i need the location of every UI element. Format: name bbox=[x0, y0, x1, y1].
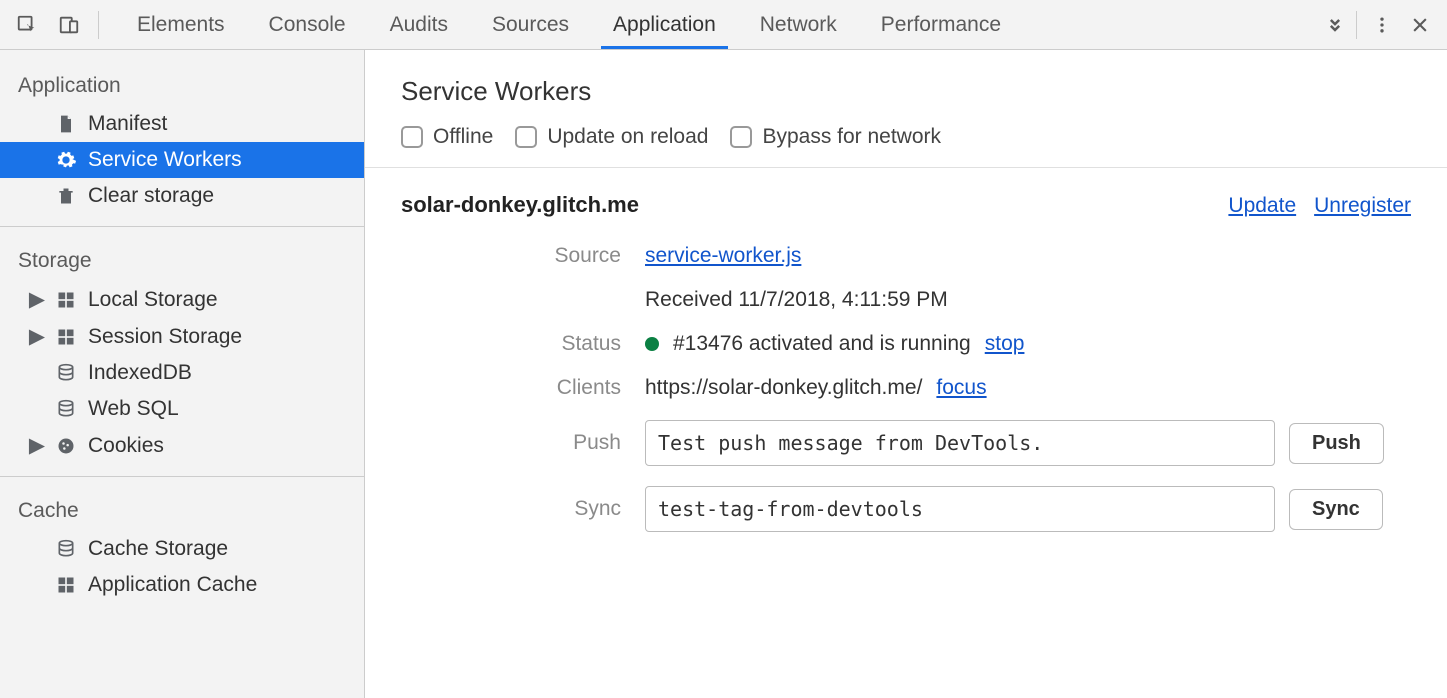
tab-elements[interactable]: Elements bbox=[115, 0, 247, 49]
push-input[interactable] bbox=[645, 420, 1275, 466]
status-text: #13476 activated and is running bbox=[673, 332, 971, 356]
option-bypass-for-network[interactable]: Bypass for network bbox=[730, 125, 941, 149]
tab-network[interactable]: Network bbox=[738, 0, 859, 49]
sidebar-item-local-storage[interactable]: ▶ Local Storage bbox=[0, 281, 364, 318]
db-icon bbox=[54, 397, 78, 421]
focus-link[interactable]: focus bbox=[936, 376, 986, 400]
option-update-on-reload[interactable]: Update on reload bbox=[515, 125, 708, 149]
sidebar-item-manifest[interactable]: Manifest bbox=[0, 106, 364, 142]
source-value: service-worker.js bbox=[645, 244, 1411, 268]
divider bbox=[98, 11, 99, 39]
source-label: Source bbox=[401, 244, 621, 268]
status-label: Status bbox=[401, 332, 621, 356]
sidebar-divider bbox=[0, 476, 364, 477]
sidebar-item-label: Cache Storage bbox=[88, 537, 228, 561]
grid-icon bbox=[54, 325, 78, 349]
origin-host: solar-donkey.glitch.me bbox=[401, 192, 639, 218]
grid-icon bbox=[54, 573, 78, 597]
panel-title: Service Workers bbox=[401, 76, 1411, 107]
update-link[interactable]: Update bbox=[1228, 194, 1296, 218]
devtools-toolbar: ElementsConsoleAuditsSourcesApplicationN… bbox=[0, 0, 1447, 50]
tab-sources[interactable]: Sources bbox=[470, 0, 591, 49]
tabs-container: ElementsConsoleAuditsSourcesApplicationN… bbox=[115, 0, 1318, 49]
sidebar-item-label: Clear storage bbox=[88, 184, 214, 208]
sidebar-item-application-cache[interactable]: Application Cache bbox=[0, 567, 364, 603]
sidebar-item-cache-storage[interactable]: Cache Storage bbox=[0, 531, 364, 567]
tab-performance[interactable]: Performance bbox=[859, 0, 1023, 49]
checkbox-icon[interactable] bbox=[401, 126, 423, 148]
device-toggle-icon[interactable] bbox=[52, 8, 86, 42]
application-sidebar: Application Manifest Service Workers Clear … bbox=[0, 50, 365, 698]
client-url: https://solar-donkey.glitch.me/ bbox=[645, 376, 922, 400]
sidebar-item-label: Local Storage bbox=[88, 288, 218, 312]
source-link[interactable]: service-worker.js bbox=[645, 244, 801, 268]
tab-console[interactable]: Console bbox=[247, 0, 368, 49]
separator bbox=[365, 167, 1447, 168]
sidebar-item-web-sql[interactable]: Web SQL bbox=[0, 391, 364, 427]
divider bbox=[1356, 11, 1357, 39]
tree-arrow-icon[interactable]: ▶ bbox=[30, 287, 44, 312]
received-value: Received 11/7/2018, 4:11:59 PM bbox=[645, 288, 1411, 312]
option-label: Bypass for network bbox=[762, 125, 941, 149]
push-button[interactable]: Push bbox=[1289, 423, 1384, 464]
origin-row: solar-donkey.glitch.me Update Unregister bbox=[401, 192, 1411, 218]
checkbox-icon[interactable] bbox=[515, 126, 537, 148]
sidebar-item-clear-storage[interactable]: Clear storage bbox=[0, 178, 364, 214]
sidebar-item-label: Cookies bbox=[88, 434, 164, 458]
checkbox-icon[interactable] bbox=[730, 126, 752, 148]
option-label: Update on reload bbox=[547, 125, 708, 149]
options-row: Offline Update on reload Bypass for networ… bbox=[401, 125, 1411, 149]
unregister-link[interactable]: Unregister bbox=[1314, 194, 1411, 218]
inspect-icon[interactable] bbox=[10, 8, 44, 42]
sidebar-item-label: Web SQL bbox=[88, 397, 179, 421]
cookie-icon bbox=[54, 434, 78, 458]
sidebar-item-label: IndexedDB bbox=[88, 361, 192, 385]
db-icon bbox=[54, 361, 78, 385]
sidebar-heading: Application bbox=[0, 64, 364, 106]
sidebar-divider bbox=[0, 226, 364, 227]
kebab-menu-icon[interactable] bbox=[1365, 8, 1399, 42]
sync-label: Sync bbox=[401, 497, 621, 521]
status-dot-icon bbox=[645, 337, 659, 351]
push-row: Push bbox=[645, 420, 1411, 466]
toolbar-left bbox=[10, 8, 115, 42]
push-label: Push bbox=[401, 431, 621, 455]
status-value: #13476 activated and is running stop bbox=[645, 332, 1411, 356]
tab-audits[interactable]: Audits bbox=[368, 0, 470, 49]
stop-link[interactable]: stop bbox=[985, 332, 1025, 356]
sync-input[interactable] bbox=[645, 486, 1275, 532]
sidebar-item-label: Application Cache bbox=[88, 573, 257, 597]
trash-icon bbox=[54, 184, 78, 208]
tree-arrow-icon[interactable]: ▶ bbox=[30, 324, 44, 349]
sidebar-heading: Storage bbox=[0, 239, 364, 281]
db-icon bbox=[54, 537, 78, 561]
toolbar-right bbox=[1352, 8, 1437, 42]
sidebar-item-service-workers[interactable]: Service Workers bbox=[0, 142, 364, 178]
gear-icon bbox=[54, 148, 78, 172]
more-tabs-icon[interactable] bbox=[1318, 8, 1352, 42]
grid-icon bbox=[54, 288, 78, 312]
sidebar-item-label: Manifest bbox=[88, 112, 167, 136]
option-offline[interactable]: Offline bbox=[401, 125, 493, 149]
sidebar-item-session-storage[interactable]: ▶ Session Storage bbox=[0, 318, 364, 355]
close-icon[interactable] bbox=[1403, 8, 1437, 42]
origin-actions: Update Unregister bbox=[1228, 194, 1411, 218]
tree-arrow-icon[interactable]: ▶ bbox=[30, 433, 44, 458]
sidebar-heading: Cache bbox=[0, 489, 364, 531]
main-area: Application Manifest Service Workers Clear … bbox=[0, 50, 1447, 698]
sync-row: Sync bbox=[645, 486, 1411, 532]
sidebar-item-indexeddb[interactable]: IndexedDB bbox=[0, 355, 364, 391]
sidebar-item-label: Session Storage bbox=[88, 325, 242, 349]
sidebar-item-cookies[interactable]: ▶ Cookies bbox=[0, 427, 364, 464]
option-label: Offline bbox=[433, 125, 493, 149]
sync-button[interactable]: Sync bbox=[1289, 489, 1383, 530]
clients-value: https://solar-donkey.glitch.me/ focus bbox=[645, 376, 1411, 400]
file-icon bbox=[54, 112, 78, 136]
detail-grid: Source service-worker.js Received 11/7/2… bbox=[401, 244, 1411, 532]
clients-label: Clients bbox=[401, 376, 621, 400]
sidebar-item-label: Service Workers bbox=[88, 148, 242, 172]
service-workers-panel: Service Workers Offline Update on reload B… bbox=[365, 50, 1447, 698]
tab-application[interactable]: Application bbox=[591, 0, 738, 49]
